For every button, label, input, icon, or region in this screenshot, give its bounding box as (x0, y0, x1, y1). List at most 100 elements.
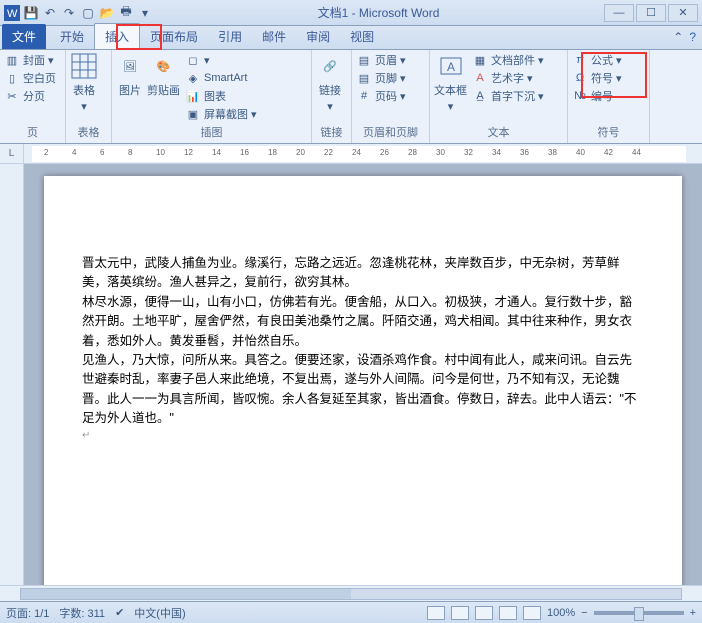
dropcap-button[interactable]: A̲首字下沉▾ (472, 88, 544, 104)
view-outline[interactable] (499, 606, 517, 620)
tab-review[interactable]: 审阅 (296, 24, 340, 49)
view-web[interactable] (475, 606, 493, 620)
pagenum-button[interactable]: #页码 ▾ (356, 88, 406, 104)
ruler-corner: L (0, 144, 24, 163)
smartart-icon: ◈ (185, 70, 201, 86)
svg-text:W: W (7, 8, 18, 20)
tab-references[interactable]: 引用 (208, 24, 252, 49)
ruler-tick: 40 (576, 148, 585, 157)
zoom-slider[interactable] (594, 611, 684, 615)
ribbon: ▥封面 ▾ ▯空白页 ✂分页 页 表格▾ 表格 🖼图片 🎨剪贴画 ◻▾ ◈Sma… (0, 50, 702, 144)
horizontal-scrollbar[interactable] (0, 585, 702, 601)
tab-insert[interactable]: 插入 (94, 23, 140, 49)
ruler-tick: 14 (212, 148, 221, 157)
tab-view[interactable]: 视图 (340, 24, 384, 49)
blank-page-button[interactable]: ▯空白页 (4, 70, 56, 86)
textbox-icon: A (437, 52, 465, 80)
links-button[interactable]: 🔗链接▾ (316, 52, 344, 113)
ruler-tick: 18 (268, 148, 277, 157)
zoom-level[interactable]: 100% (547, 607, 575, 619)
omega-icon: Ω (572, 70, 588, 86)
group-label-hf: 页眉和页脚 (356, 123, 425, 141)
status-right: 100% − + (427, 606, 696, 620)
zoom-out-button[interactable]: − (581, 607, 587, 619)
clipart-button[interactable]: 🎨剪贴画 (147, 52, 180, 98)
help-icon[interactable]: ? (689, 30, 696, 44)
view-draft[interactable] (523, 606, 541, 620)
screenshot-icon: ▣ (185, 106, 201, 122)
new-icon[interactable]: ▢ (80, 5, 96, 21)
vertical-ruler[interactable] (0, 164, 24, 585)
page-break-button[interactable]: ✂分页 (4, 88, 56, 104)
qat-dropdown-icon[interactable]: ▾ (137, 5, 153, 21)
paragraph: 晋太元中，武陵人捕鱼为业。缘溪行，忘路之远近。忽逢桃花林，夹岸数百步，中无杂树，… (82, 254, 644, 293)
zoom-in-button[interactable]: + (690, 607, 696, 619)
status-proofing-icon[interactable]: ✔ (115, 606, 124, 619)
shapes-button[interactable]: ◻▾ (185, 52, 257, 68)
smartart-button[interactable]: ◈SmartArt (185, 70, 257, 86)
header-button[interactable]: ▤页眉 ▾ (356, 52, 406, 68)
tab-pagelayout[interactable]: 页面布局 (140, 24, 208, 49)
maximize-button[interactable]: ☐ (636, 4, 666, 22)
textbox-button[interactable]: A文本框▾ (434, 52, 467, 113)
wordart-button[interactable]: A艺术字▾ (472, 70, 544, 86)
paragraph: 见渔人，乃大惊，问所从来。具答之。便要还家，设酒杀鸡作食。村中闻有此人，咸来问讯… (82, 351, 644, 429)
table-icon (70, 52, 98, 80)
symbol-button[interactable]: Ω符号 ▾ (572, 70, 622, 86)
open-icon[interactable]: 📂 (99, 5, 115, 21)
horizontal-ruler[interactable]: 2468101214161820222426283032343638404244 (32, 146, 686, 162)
save-icon[interactable]: 💾 (23, 5, 39, 21)
ruler-tick: 6 (100, 148, 104, 157)
ruler-tick: 12 (184, 148, 193, 157)
ruler-tick: 24 (352, 148, 361, 157)
tab-home[interactable]: 开始 (50, 24, 94, 49)
view-print-layout[interactable] (427, 606, 445, 620)
group-label-illus: 插图 (116, 123, 307, 141)
view-fullscreen[interactable] (451, 606, 469, 620)
group-header-footer: ▤页眉 ▾ ▤页脚 ▾ #页码 ▾ 页眉和页脚 (352, 50, 430, 143)
tab-mailings[interactable]: 邮件 (252, 24, 296, 49)
group-tables: 表格▾ 表格 (66, 50, 112, 143)
chart-button[interactable]: 📊图表 (185, 88, 257, 104)
print-icon[interactable]: 🖶 (118, 5, 134, 21)
group-pages: ▥封面 ▾ ▯空白页 ✂分页 页 (0, 50, 66, 143)
document-page[interactable]: 晋太元中，武陵人捕鱼为业。缘溪行，忘路之远近。忽逢桃花林，夹岸数百步，中无杂树，… (44, 176, 682, 585)
picture-button[interactable]: 🖼图片 (116, 52, 144, 98)
group-symbols: π公式 ▾ Ω符号 ▾ №编号 符号 (568, 50, 650, 143)
footer-button[interactable]: ▤页脚 ▾ (356, 70, 406, 86)
scroll-thumb[interactable] (21, 589, 351, 599)
parts-button[interactable]: ▦文档部件▾ (472, 52, 544, 68)
cursor-mark: ↵ (82, 428, 644, 444)
group-label-links: 链接 (316, 123, 347, 141)
group-label-pages: 页 (4, 123, 61, 141)
group-label-symbols: 符号 (572, 123, 645, 141)
ruler-tick: 2 (44, 148, 48, 157)
cover-page-button[interactable]: ▥封面 ▾ (4, 52, 56, 68)
minimize-button[interactable]: — (604, 4, 634, 22)
minimize-ribbon-icon[interactable]: ⌃ (673, 30, 683, 44)
number-button[interactable]: №编号 (572, 88, 622, 104)
shapes-icon: ◻ (185, 52, 201, 68)
ruler-tick: 36 (520, 148, 529, 157)
ruler-tick: 20 (296, 148, 305, 157)
blank-icon: ▯ (4, 70, 20, 86)
status-bar: 页面: 1/1 字数: 311 ✔ 中文(中国) 100% − + (0, 601, 702, 623)
tab-file[interactable]: 文件 (2, 24, 46, 49)
ruler-row: L 24681012141618202224262830323436384042… (0, 144, 702, 164)
picture-icon: 🖼 (116, 52, 144, 80)
table-button[interactable]: 表格▾ (70, 52, 98, 113)
equation-button[interactable]: π公式 ▾ (572, 52, 622, 68)
svg-text:A: A (447, 60, 455, 74)
header-icon: ▤ (356, 52, 372, 68)
scroll-track[interactable] (20, 588, 682, 600)
footer-icon: ▤ (356, 70, 372, 86)
redo-icon[interactable]: ↷ (61, 5, 77, 21)
group-illustrations: 🖼图片 🎨剪贴画 ◻▾ ◈SmartArt 📊图表 ▣屏幕截图▾ 插图 (112, 50, 312, 143)
paragraph: 林尽水源，便得一山，山有小口，仿佛若有光。便舍船，从口入。初极狭，才通人。复行数… (82, 293, 644, 351)
document-area: 晋太元中，武陵人捕鱼为业。缘溪行，忘路之远近。忽逢桃花林，夹岸数百步，中无杂树，… (0, 164, 702, 585)
close-button[interactable]: ✕ (668, 4, 698, 22)
ruler-tick: 8 (128, 148, 132, 157)
page-scroll[interactable]: 晋太元中，武陵人捕鱼为业。缘溪行，忘路之远近。忽逢桃花林，夹岸数百步，中无杂树，… (24, 164, 702, 585)
screenshot-button[interactable]: ▣屏幕截图▾ (185, 106, 257, 122)
undo-icon[interactable]: ↶ (42, 5, 58, 21)
